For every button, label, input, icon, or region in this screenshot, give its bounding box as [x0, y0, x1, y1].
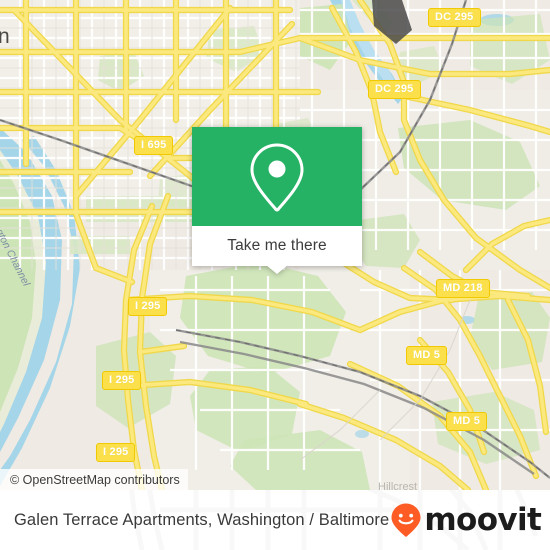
callout-button-label: Take me there: [227, 237, 327, 254]
take-me-there-callout[interactable]: Take me there: [192, 127, 362, 274]
highway-shield: MD 218: [436, 279, 490, 298]
map-attribution[interactable]: © OpenStreetMap contributors: [0, 469, 188, 490]
moovit-location-card: Washington Channel n Hillcrest DC 295 DC…: [0, 0, 550, 550]
attribution-text: © OpenStreetMap contributors: [10, 472, 180, 487]
page-title: Galen Terrace Apartments, Washington / B…: [14, 510, 390, 529]
highway-shield: I 695: [134, 136, 174, 155]
highway-shield: DC 295: [368, 80, 421, 99]
neighbourhood-label: Hillcrest: [378, 481, 418, 490]
highway-shield: I 295: [96, 443, 136, 462]
moovit-smiley-pin-icon: [391, 503, 421, 537]
highway-shield: MD 5: [446, 412, 488, 431]
callout-button[interactable]: Take me there: [192, 226, 362, 266]
moovit-logo[interactable]: moovit: [389, 501, 542, 538]
callout-icon-area: [192, 127, 362, 226]
footer-bar: Galen Terrace Apartments, Washington / B…: [0, 490, 550, 550]
highway-shield: I 295: [128, 297, 168, 316]
city-label: n: [0, 25, 10, 48]
map-pin-icon: [250, 142, 304, 211]
highway-shield: I 295: [102, 371, 142, 390]
map-viewport[interactable]: Washington Channel n Hillcrest DC 295 DC…: [0, 0, 550, 490]
highway-shield: DC 295: [428, 8, 481, 27]
callout-tail: [266, 265, 288, 274]
brand-wordmark: moovit: [424, 501, 542, 538]
highway-shield: MD 5: [406, 346, 448, 365]
